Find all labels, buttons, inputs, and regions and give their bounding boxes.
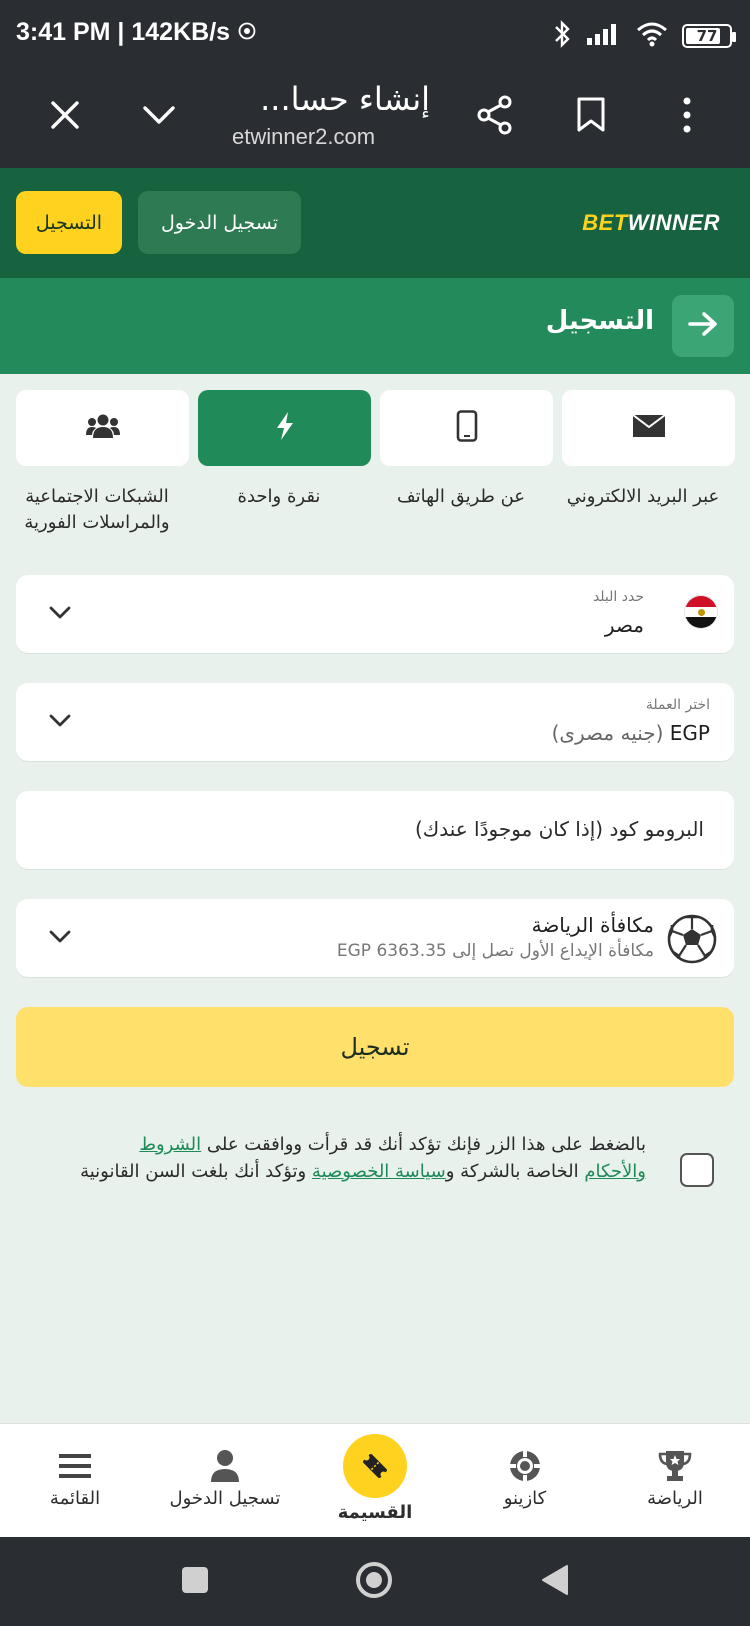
arrow-right-icon (688, 311, 718, 341)
consent-text-part3: وتؤكد أنك بلغت السن القانونية (80, 1161, 312, 1182)
menu-icon (55, 1446, 95, 1486)
bonus-select[interactable]: مكافأة الرياضة مكافأة الإيداع الأول تصل … (16, 899, 734, 977)
header-register-button[interactable]: التسجيل (16, 191, 122, 254)
nav-sports[interactable]: الرياضة (600, 1424, 750, 1538)
more-vertical-icon (682, 97, 692, 137)
tab-email[interactable] (562, 390, 735, 466)
chevron-down-icon (46, 923, 74, 951)
envelope-icon (631, 414, 666, 442)
tab-phone[interactable] (380, 390, 553, 466)
consent-text: بالضغط على هذا الزر فإنك تؤكد أنك قد قرأ… (76, 1131, 646, 1185)
bookmark-icon (576, 97, 606, 137)
currency-select[interactable]: اختر العملة EGP (جنيه مصرى) (16, 683, 734, 761)
close-icon (50, 100, 80, 134)
system-navigation-bar (0, 1537, 750, 1626)
consent-text-part1: بالضغط على هذا الزر فإنك تؤكد أنك قد قرأ… (201, 1134, 646, 1155)
user-icon (205, 1446, 245, 1486)
logo-winner-text: WINNER (627, 210, 720, 235)
circle-icon (355, 1561, 393, 1603)
tab-one-click[interactable] (198, 390, 371, 466)
nav-casino-label: كازينو (503, 1488, 547, 1509)
tab-label-social: الشبكات الاجتماعية والمراسلات الفورية (24, 486, 170, 534)
back-system-button[interactable] (536, 1563, 574, 1601)
ticket-icon (343, 1434, 407, 1498)
share-button[interactable] (470, 92, 520, 142)
country-value: مصر (604, 613, 644, 637)
phone-icon (456, 410, 478, 446)
bonus-title: مكافأة الرياضة (531, 913, 654, 937)
nav-coupon[interactable]: القسيمة (300, 1424, 450, 1538)
casino-chip-icon (505, 1446, 545, 1486)
currency-name: (جنيه مصرى) (551, 721, 664, 745)
lightning-icon (274, 411, 296, 445)
more-options-button[interactable] (662, 92, 712, 142)
page-title-bar: التسجيل (0, 278, 750, 374)
tab-label-email: عبر البريد الالكتروني (566, 486, 720, 507)
page-title: التسجيل (545, 306, 654, 336)
nav-coupon-label: القسيمة (337, 1502, 413, 1523)
egypt-flag-icon (684, 595, 718, 629)
users-icon (85, 413, 120, 443)
browser-url[interactable]: etwinner2.com (232, 124, 375, 150)
status-icons: 77 (552, 20, 736, 52)
promo-code-placeholder: البرومو كود (إذا كان موجودًا عندك) (414, 817, 704, 841)
status-time: 3:41 PM | 142KB/s (16, 18, 231, 46)
site-header: التسجيل تسجيل الدخول BETWINNER (0, 168, 750, 278)
wifi-icon (636, 21, 668, 51)
chevron-down-icon (46, 599, 74, 627)
soccer-ball-icon (666, 913, 718, 965)
browser-toolbar: إنشاء حسا... etwinner2.com (0, 72, 750, 168)
close-tab-button[interactable] (40, 92, 90, 142)
share-icon (476, 95, 514, 139)
bottom-navigation: القائمة تسجيل الدخول القسيمة كازينو الري… (0, 1423, 750, 1537)
battery-level: 77 (696, 27, 718, 45)
nav-sports-label: الرياضة (647, 1488, 703, 1509)
register-submit-button[interactable]: تسجيل (16, 1007, 734, 1087)
nav-menu-label: القائمة (49, 1488, 101, 1509)
consent-text-part2: الخاصة بالشركة و (445, 1161, 585, 1182)
betwinner-logo[interactable]: BETWINNER (582, 210, 720, 236)
consent-checkbox[interactable] (680, 1153, 714, 1187)
status-time-speed: 3:41 PM | 142KB/s (16, 18, 256, 47)
triangle-back-icon (540, 1564, 570, 1600)
currency-code: EGP (669, 721, 710, 745)
nav-login[interactable]: تسجيل الدخول (150, 1424, 300, 1538)
nav-login-label: تسجيل الدخول (169, 1488, 281, 1509)
bonus-subtitle: مكافأة الإيداع الأول تصل إلى EGP 6363.35 (336, 941, 654, 961)
registration-method-tabs (16, 390, 735, 470)
header-login-button[interactable]: تسجيل الدخول (138, 191, 301, 254)
battery-icon: 77 (682, 24, 736, 48)
bluetooth-icon (552, 20, 572, 52)
currency-value: EGP (جنيه مصرى) (552, 721, 710, 745)
privacy-policy-link[interactable]: سياسة الخصوصية (312, 1161, 446, 1182)
logo-bet-text: BET (582, 210, 628, 235)
promo-code-input[interactable]: البرومو كود (إذا كان موجودًا عندك) (16, 791, 734, 869)
app-notification-icon (238, 18, 256, 47)
bookmark-button[interactable] (566, 92, 616, 142)
tab-label-one-click: نقرة واحدة (237, 486, 321, 507)
nav-casino[interactable]: كازينو (450, 1424, 600, 1538)
currency-label: اختر العملة (645, 697, 710, 713)
tab-label-phone: عن طريق الهاتف (396, 486, 526, 507)
recent-apps-button[interactable] (176, 1563, 214, 1601)
trophy-icon (655, 1446, 695, 1486)
country-select[interactable]: حدد البلد مصر (16, 575, 734, 653)
chevron-down-icon (46, 707, 74, 735)
square-icon (180, 1565, 210, 1599)
home-button[interactable] (355, 1561, 393, 1603)
chevron-down-icon (142, 104, 176, 130)
nav-menu[interactable]: القائمة (0, 1424, 150, 1538)
tab-social-networks[interactable] (16, 390, 189, 466)
minimize-button[interactable] (134, 92, 184, 142)
signal-icon (586, 22, 622, 50)
browser-page-title: إنشاء حسا... (260, 80, 430, 118)
status-bar: 3:41 PM | 142KB/s 77 (0, 0, 750, 72)
back-button[interactable] (672, 295, 734, 357)
country-label: حدد البلد (592, 589, 644, 605)
